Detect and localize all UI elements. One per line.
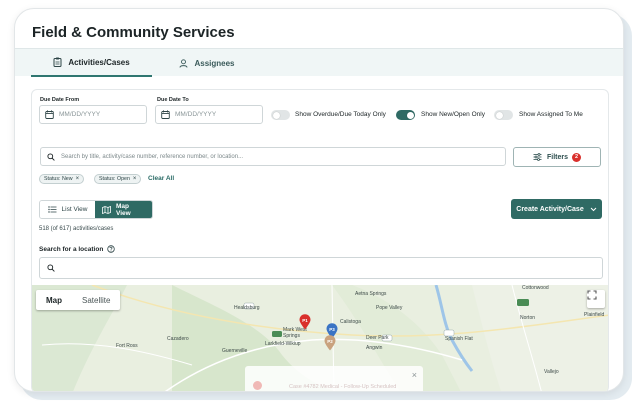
due-from-field[interactable]: MM/DD/YYYY [39,105,147,124]
search-icon [47,152,55,161]
place-label: Cazadero [167,336,189,342]
toggle-overdue-label: Show Overdue/Due Today Only [295,111,386,118]
view-switch: List View Map View [39,200,153,219]
search-input[interactable]: Search by title, activity/case number, r… [40,147,506,166]
map-type-control: Map Satellite [36,290,121,310]
tab-activities-cases[interactable]: Activities/Cases [31,49,152,77]
tab-assignees[interactable]: Assignees [175,49,239,77]
list-view-label: List View [61,206,88,213]
place-label: Larkfield-Wikiup [265,341,301,347]
popup-marker-icon [253,381,262,390]
map-info-popup[interactable]: × Case #4782 Medical - Follow-Up Schedul… [245,366,423,391]
close-icon[interactable]: × [412,370,417,380]
due-from-placeholder: MM/DD/YYYY [59,111,101,118]
filters-label: Filters [546,153,568,161]
marker-label: P2 [327,339,333,344]
map-icon [102,205,111,214]
due-to-label: Due Date To [157,97,189,103]
toggle-overdue[interactable] [271,110,290,120]
place-label: Calistoga [340,319,361,325]
chip-label: Status: Open [99,176,130,182]
marker-label: P1 [302,318,308,323]
result-count: 518 (of 617) activities/cases [39,226,114,232]
map-type-satellite[interactable]: Satellite [72,290,120,310]
close-icon[interactable]: × [76,176,80,182]
location-search-label-text: Search for a location [39,245,104,253]
popup-text: Case #4782 Medical - Follow-Up Scheduled [289,384,397,390]
clipboard-icon [53,57,62,67]
location-search-input[interactable] [39,257,603,279]
toggle-assigned-to-me[interactable] [494,110,513,120]
place-label: Fort Ross [116,343,138,349]
marker-label: P3 [329,327,335,332]
chevron-down-icon [590,207,597,212]
create-activity-button[interactable]: Create Activity/Case [511,199,602,219]
calendar-icon [45,110,54,119]
create-activity-label: Create Activity/Case [516,205,584,213]
list-view-button[interactable]: List View [40,201,95,218]
app-card: Field & Community Services Activities/Ca… [14,8,624,392]
due-to-field[interactable]: MM/DD/YYYY [155,105,263,124]
map-type-map[interactable]: Map [36,290,72,310]
list-icon [47,206,57,213]
sliders-icon [533,153,542,161]
close-icon[interactable]: × [133,176,137,182]
user-icon [179,58,188,68]
tab-label: Activities/Cases [68,57,130,67]
toggle-new-open-label: Show New/Open Only [421,111,485,118]
chip-label: Status: New [44,176,73,182]
map-view-button[interactable]: Map View [95,201,152,218]
place-label: Pope Valley [376,305,403,311]
chip-status-open[interactable]: Status: Open × [94,174,142,184]
due-to-placeholder: MM/DD/YYYY [175,111,217,118]
chip-status-new[interactable]: Status: New × [39,174,85,184]
clear-all-link[interactable]: Clear All [148,175,174,182]
place-label: Cottonwood [522,285,549,291]
map-area[interactable]: Healdsburg Aetna Springs Pope Valley Mar… [32,285,608,391]
page-title: Field & Community Services [32,24,235,41]
filters-button[interactable]: Filters 2 [513,147,601,167]
due-from-label: Due Date From [40,97,80,103]
map-view-label: Map View [116,202,131,217]
toggle-new-open[interactable] [396,110,415,120]
filters-count-badge: 2 [572,152,581,162]
place-label: Spanish Flat [445,336,473,342]
place-label: Norton [520,315,536,321]
marker-p2[interactable]: P2 [324,335,336,351]
main-panel: Due Date From MM/DD/YYYY Due Date To MM/… [31,89,609,391]
place-label: Aetna Springs [355,291,387,297]
place-label: Guerneville [222,348,248,354]
calendar-icon [161,110,170,119]
toggle-assigned-label: Show Assigned To Me [519,111,583,118]
place-label: Plainfield [584,312,605,318]
place-label: Deer Park [366,335,389,341]
tab-bar: Activities/Cases Assignees [15,48,623,77]
place-label: Angwin [366,345,383,351]
place-label: Healdsburg [234,305,260,311]
tab-label: Assignees [194,58,235,68]
location-search-label: Search for a location [39,245,115,253]
help-icon[interactable] [107,245,115,253]
fullscreen-button[interactable] [587,290,605,308]
search-icon [47,259,55,277]
marker-p1[interactable]: P1 [299,314,311,330]
place-label: Vallejo [544,369,559,375]
search-placeholder: Search by title, activity/case number, r… [61,153,244,160]
